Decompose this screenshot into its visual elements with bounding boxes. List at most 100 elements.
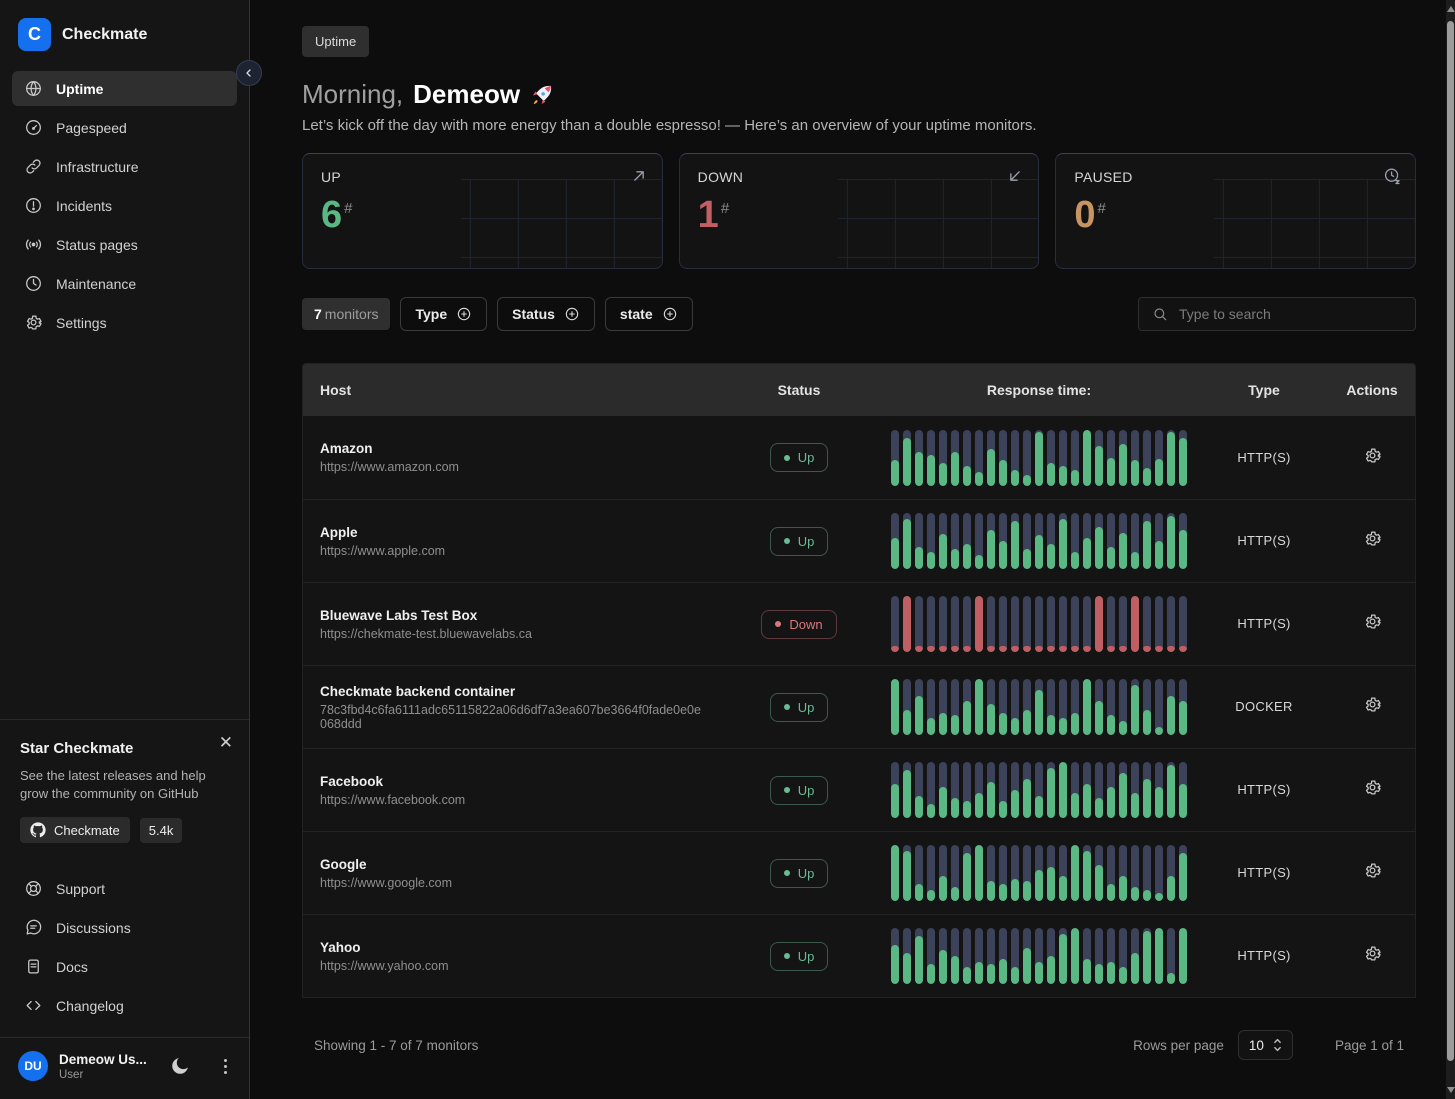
response-bar <box>1179 928 1187 984</box>
scrollbar[interactable] <box>1446 0 1455 1099</box>
filter-button-state[interactable]: state <box>605 297 693 331</box>
stats-row: UP6#DOWN1#PAUSED0# <box>302 153 1416 269</box>
search-box[interactable] <box>1138 297 1416 331</box>
status-cell: Up <box>719 942 879 971</box>
stat-number: 1 <box>698 194 719 236</box>
plus-circle-icon <box>456 306 472 322</box>
response-bar <box>1083 430 1091 486</box>
monitors-count-chip[interactable]: 7monitors <box>302 298 390 330</box>
row-settings-button[interactable] <box>1363 529 1382 551</box>
scrollbar-thumb[interactable] <box>1447 21 1454 1061</box>
table-row-amazon[interactable]: Amazonhttps://www.amazon.comUpHTTP(S) <box>303 416 1415 499</box>
table-row-facebook[interactable]: Facebookhttps://www.facebook.comUpHTTP(S… <box>303 748 1415 831</box>
status-dot-icon <box>784 455 790 461</box>
table-row-bluewave-labs-test-box[interactable]: Bluewave Labs Test Boxhttps://chekmate-t… <box>303 582 1415 665</box>
gear-icon <box>1363 612 1382 631</box>
gear-icon <box>1363 944 1382 963</box>
table-header: Host Status Response time: Type Actions <box>303 364 1415 416</box>
response-bar <box>963 762 971 818</box>
row-settings-button[interactable] <box>1363 612 1382 634</box>
row-settings-button[interactable] <box>1363 695 1382 717</box>
status-cell: Up <box>719 693 879 722</box>
table-row-google[interactable]: Googlehttps://www.google.comUpHTTP(S) <box>303 831 1415 914</box>
response-time-chart <box>891 430 1187 486</box>
user-role: User <box>59 1069 158 1081</box>
response-bar <box>1107 513 1115 569</box>
response-bar <box>891 845 899 901</box>
sidebar-item-settings[interactable]: Settings <box>12 305 237 340</box>
table-row-apple[interactable]: Applehttps://www.apple.comUpHTTP(S) <box>303 499 1415 582</box>
kebab-menu-icon[interactable] <box>218 1057 233 1076</box>
sidebar-item-pagespeed[interactable]: Pagespeed <box>12 110 237 145</box>
row-settings-button[interactable] <box>1363 446 1382 468</box>
scrollbar-down-arrow-icon[interactable] <box>1446 1083 1455 1097</box>
status-label: Up <box>798 783 815 798</box>
close-icon[interactable]: ✕ <box>219 734 233 751</box>
clock-icon <box>24 274 43 293</box>
sidebar-item-support[interactable]: Support <box>12 871 237 906</box>
sidebar-collapse-button[interactable] <box>236 60 262 86</box>
response-bar <box>1095 596 1103 652</box>
filter-button-status[interactable]: Status <box>497 297 595 331</box>
response-bar <box>1095 513 1103 569</box>
row-settings-button[interactable] <box>1363 861 1382 883</box>
filter-button-type[interactable]: Type <box>400 297 487 331</box>
moon-icon[interactable] <box>169 1055 191 1077</box>
search-icon <box>1152 306 1168 322</box>
sidebar-item-label: Changelog <box>56 998 124 1014</box>
response-bar <box>963 679 971 735</box>
host-cell: Amazonhttps://www.amazon.com <box>303 441 719 474</box>
filter-buttons-holder: Type Status state <box>400 297 692 331</box>
scrollbar-up-arrow-icon[interactable] <box>1446 2 1455 16</box>
response-bar <box>891 596 899 652</box>
github-stars-badge[interactable]: 5.4k <box>140 818 183 843</box>
response-bar <box>987 845 995 901</box>
response-bar <box>903 513 911 569</box>
document-icon <box>24 957 43 976</box>
sidebar-item-label: Maintenance <box>56 276 136 292</box>
host-url: https://www.facebook.com <box>320 793 719 807</box>
sidebar-item-label: Support <box>56 881 105 897</box>
response-bar <box>1095 430 1103 486</box>
row-settings-button[interactable] <box>1363 778 1382 800</box>
brand-name: Checkmate <box>62 26 147 44</box>
table-row-yahoo[interactable]: Yahoohttps://www.yahoo.comUpHTTP(S) <box>303 914 1415 997</box>
row-settings-button[interactable] <box>1363 944 1382 966</box>
response-bar <box>1023 679 1031 735</box>
search-input[interactable] <box>1179 306 1402 322</box>
response-bar <box>1167 596 1175 652</box>
response-bar <box>1119 928 1127 984</box>
sidebar-item-incidents[interactable]: Incidents <box>12 188 237 223</box>
response-time-chart <box>891 762 1187 818</box>
status-label: Up <box>798 949 815 964</box>
response-bar <box>1095 762 1103 818</box>
response-bar <box>1107 845 1115 901</box>
host-url: https://www.google.com <box>320 876 719 890</box>
actions-cell <box>1329 778 1415 802</box>
response-bar <box>951 513 959 569</box>
main-content: Uptime Morning, Demeow Let’s kick off th… <box>250 0 1446 1099</box>
response-bar <box>1119 513 1127 569</box>
response-bar <box>1023 513 1031 569</box>
arrow-down-left-icon <box>1005 166 1025 191</box>
sidebar-item-docs[interactable]: Docs <box>12 949 237 984</box>
sidebar-item-uptime[interactable]: Uptime <box>12 71 237 106</box>
rows-per-page-select[interactable]: 10 <box>1238 1030 1293 1060</box>
response-bar <box>1083 928 1091 984</box>
response-bar <box>1155 679 1163 735</box>
response-bar <box>951 928 959 984</box>
table-row-checkmate-backend-container[interactable]: Checkmate backend container78c3fbd4c6fa6… <box>303 665 1415 748</box>
rocket-icon <box>530 83 554 107</box>
host-name: Amazon <box>320 441 719 456</box>
github-icon <box>30 822 46 838</box>
response-bar <box>1167 679 1175 735</box>
response-time-chart <box>891 845 1187 901</box>
sidebar-item-changelog[interactable]: Changelog <box>12 988 237 1023</box>
speedometer-icon <box>24 118 43 137</box>
sidebar-item-discussions[interactable]: Discussions <box>12 910 237 945</box>
github-button[interactable]: Checkmate <box>20 817 130 843</box>
sidebar-item-maintenance[interactable]: Maintenance <box>12 266 237 301</box>
sidebar-item-status-pages[interactable]: Status pages <box>12 227 237 262</box>
uptime-tag[interactable]: Uptime <box>302 26 369 57</box>
sidebar-item-infrastructure[interactable]: Infrastructure <box>12 149 237 184</box>
